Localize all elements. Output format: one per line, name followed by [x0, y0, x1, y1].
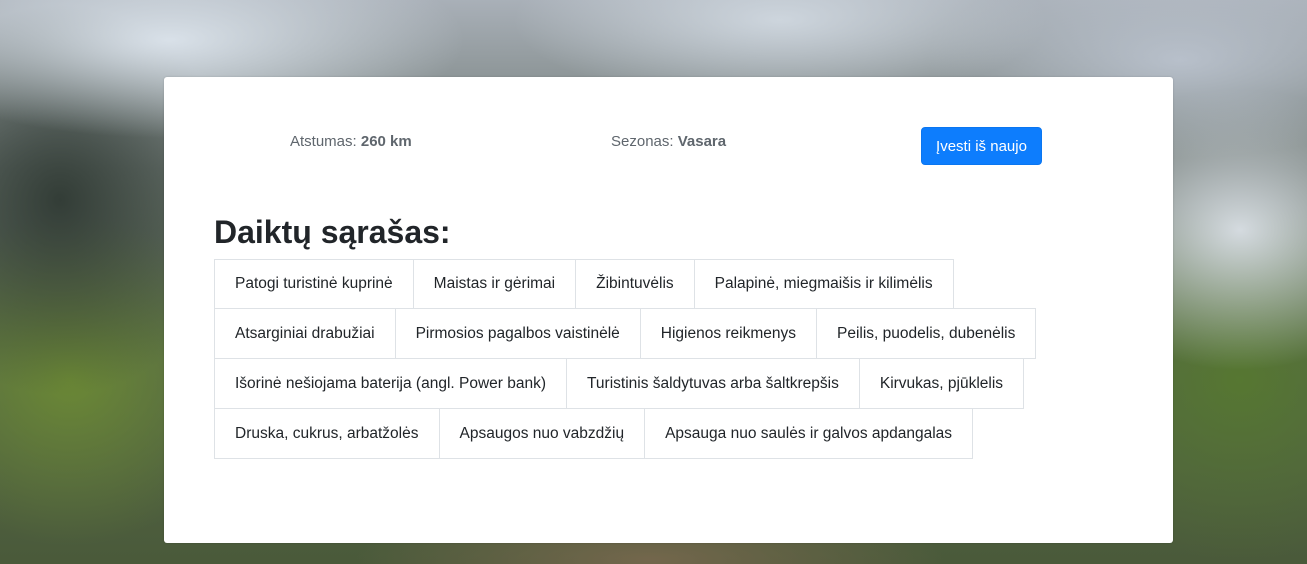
list-item: Išorinė nešiojama baterija (angl. Power …: [214, 358, 568, 409]
list-item: Apsaugos nuo vabzdžių: [438, 408, 646, 459]
items-row: Išorinė nešiojama baterija (angl. Power …: [214, 358, 1054, 409]
items-row: Druska, cukrus, arbatžolės Apsaugos nuo …: [214, 408, 1054, 459]
list-item: Pirmosios pagalbos vaistinėlė: [394, 308, 641, 359]
distance-label: Atstumas:: [290, 133, 357, 150]
reset-button[interactable]: Įvesti iš naujo: [921, 127, 1042, 165]
list-item: Peilis, puodelis, dubenėlis: [816, 308, 1037, 359]
list-item: Palapinė, miegmaišis ir kilimėlis: [693, 259, 954, 309]
list-item: Druska, cukrus, arbatžolės: [214, 408, 440, 459]
list-item: Maistas ir gėrimai: [412, 259, 577, 309]
list-item: Turistinis šaldytuvas arba šaltkrepšis: [566, 358, 860, 409]
items-row: Patogi turistinė kuprinė Maistas ir gėri…: [214, 259, 1054, 309]
list-item: Atsarginiai drabužiai: [214, 308, 396, 359]
list-item: Higienos reikmenys: [639, 308, 818, 359]
list-item: Kirvukas, pjūklelis: [858, 358, 1025, 409]
list-item: Žibintuvėlis: [575, 259, 695, 309]
distance-info: Atstumas: 260 km: [290, 133, 412, 150]
list-title: Daiktų sąrašas:: [214, 214, 451, 250]
list-item: Patogi turistinė kuprinė: [214, 259, 414, 309]
season-info: Sezonas: Vasara: [611, 133, 726, 150]
season-label: Sezonas:: [611, 133, 674, 150]
items-row: Atsarginiai drabužiai Pirmosios pagalbos…: [214, 308, 1054, 359]
season-value: Vasara: [677, 133, 727, 150]
distance-value: 260 km: [360, 133, 412, 150]
items-list: Patogi turistinė kuprinė Maistas ir gėri…: [214, 259, 1054, 459]
list-item: Apsauga nuo saulės ir galvos apdangalas: [644, 408, 974, 459]
